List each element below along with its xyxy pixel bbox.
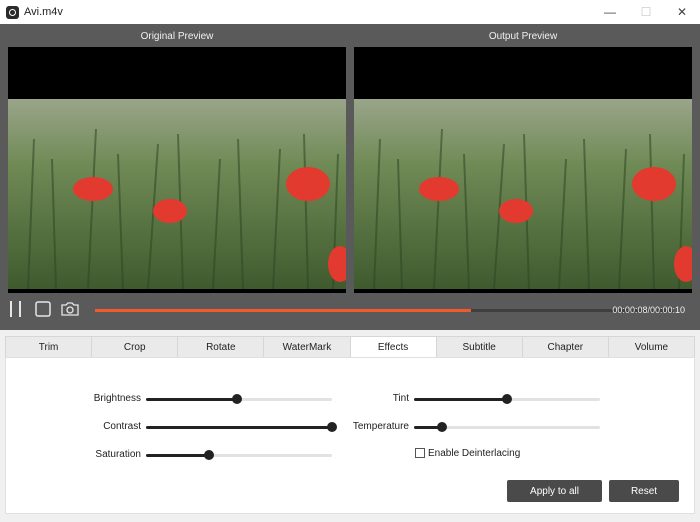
title-bar: Avi.m4v — ☐ ✕	[0, 0, 700, 24]
tab-subtitle[interactable]: Subtitle	[435, 336, 522, 358]
temperature-slider-thumb[interactable]	[436, 422, 447, 432]
brightness-slider[interactable]	[146, 394, 332, 404]
tab-effects[interactable]: Effects	[349, 336, 436, 358]
pause-icon[interactable]	[9, 300, 23, 318]
tab-chapter[interactable]: Chapter	[521, 336, 608, 358]
saturation-slider-thumb[interactable]	[204, 450, 215, 460]
maximize-button[interactable]: ☐	[628, 0, 664, 24]
video-frame-original	[8, 99, 346, 289]
close-button[interactable]: ✕	[664, 0, 700, 24]
output-preview-label: Output Preview	[488, 31, 558, 42]
saturation-slider[interactable]	[146, 450, 332, 460]
original-preview-video	[8, 47, 346, 293]
tab-rotate[interactable]: Rotate	[177, 336, 264, 358]
deinterlace-checkbox[interactable]	[415, 448, 425, 458]
tint-label: Tint	[392, 393, 409, 404]
app-icon	[6, 5, 19, 19]
contrast-slider[interactable]	[146, 422, 337, 432]
tab-trim[interactable]: Trim	[5, 336, 92, 358]
apply-to-all-button[interactable]: Apply to all	[507, 480, 602, 502]
camera-icon[interactable]	[60, 301, 80, 317]
temperature-slider[interactable]	[414, 422, 600, 432]
brightness-slider-thumb[interactable]	[232, 394, 243, 404]
saturation-label: Saturation	[95, 449, 141, 460]
timecode: 00:00:08/00:00:10	[612, 305, 685, 315]
reset-button[interactable]: Reset	[609, 480, 679, 502]
output-preview-video	[354, 47, 692, 293]
tab-volume[interactable]: Volume	[607, 336, 695, 358]
progress-fill	[95, 309, 471, 312]
deinterlace-label: Enable Deinterlacing	[428, 448, 521, 459]
preview-area: Original Preview Output Preview	[0, 24, 700, 330]
tab-watermark[interactable]: WaterMark	[263, 336, 350, 358]
tab-bar: Trim Crop Rotate WaterMark Effects Subtitle Ch…	[5, 336, 695, 358]
window-controls: — ☐ ✕	[592, 0, 700, 24]
original-preview-label: Original Preview	[140, 31, 214, 42]
window-title: Avi.m4v	[24, 6, 63, 18]
effects-panel: Brightness Contrast Saturation Tint Temp…	[5, 357, 695, 514]
stop-icon[interactable]	[35, 301, 51, 317]
minimize-button[interactable]: —	[592, 0, 628, 24]
brightness-label: Brightness	[93, 393, 141, 404]
contrast-label: Contrast	[103, 421, 141, 432]
temperature-label: Temperature	[352, 421, 409, 432]
tab-crop[interactable]: Crop	[91, 336, 178, 358]
video-frame-output	[354, 99, 692, 289]
tint-slider[interactable]	[414, 394, 600, 404]
tint-slider-thumb[interactable]	[502, 394, 512, 404]
